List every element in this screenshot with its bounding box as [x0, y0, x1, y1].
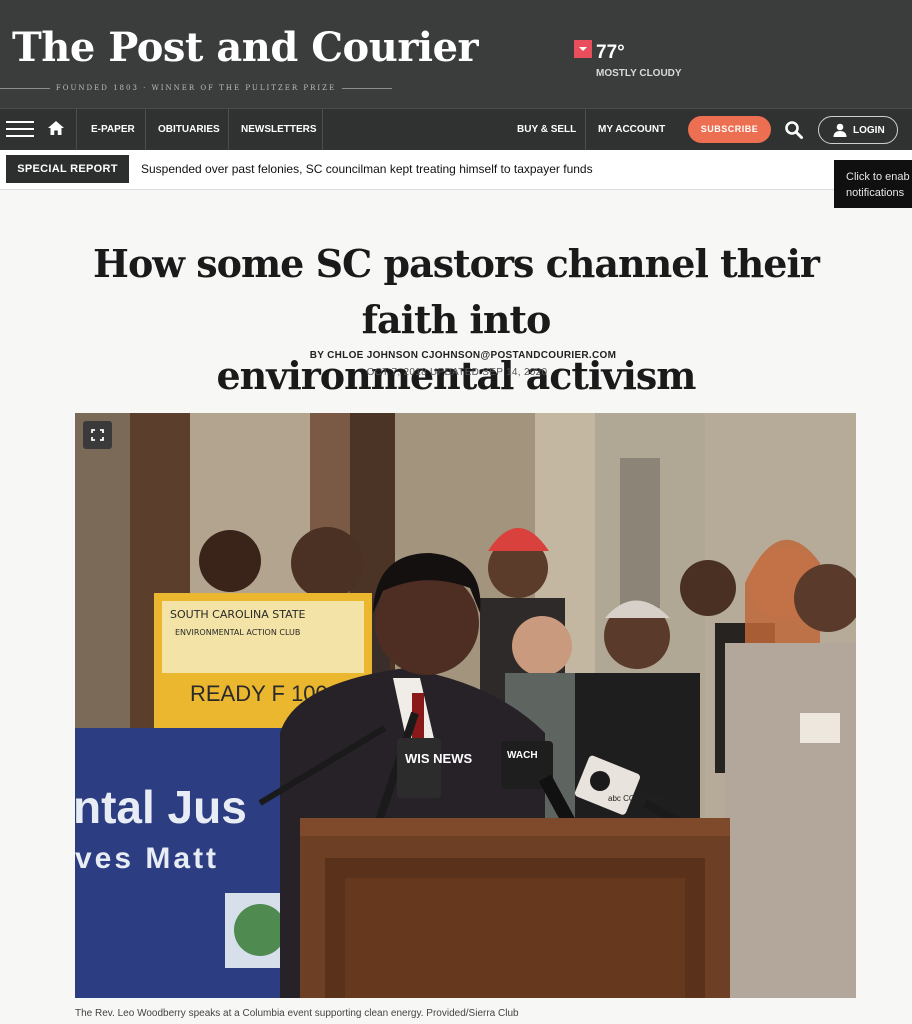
photo-caption: The Rev. Leo Woodberry speaks at a Colum… — [75, 1008, 519, 1019]
sign-handwriting: SOUTH CAROLINA STATE — [170, 608, 306, 621]
nav-divider — [322, 109, 323, 150]
weather-temp: 77° — [596, 42, 625, 63]
login-button[interactable]: LOGIN — [818, 116, 898, 144]
mic-label-1: WIS NEWS — [405, 751, 472, 766]
mic-label-2: WACH — [507, 750, 538, 761]
notification-tooltip[interactable]: Click to enab notifications — [834, 160, 912, 208]
user-icon — [833, 123, 847, 137]
site-logo[interactable]: The Post and Courier — [12, 28, 479, 68]
tagline-rule-left — [0, 87, 50, 89]
special-report-badge[interactable]: SPECIAL REPORT — [6, 155, 129, 183]
special-report-bar: SPECIAL REPORT Suspended over past felon… — [0, 150, 912, 190]
article-byline[interactable]: BY CHLOE JOHNSON CJOHNSON@POSTANDCOURIER… — [0, 350, 912, 361]
nav-divider — [76, 109, 77, 150]
logo-tagline: FOUNDED 1803 · WINNER OF THE PULITZER PR… — [0, 84, 393, 92]
tagline-rule-right — [342, 87, 393, 89]
main-nav: E-PAPER OBITUARIES NEWSLETTERS BUY & SEL… — [0, 108, 912, 150]
search-icon[interactable] — [784, 120, 804, 140]
nav-link-obituaries[interactable]: OBITUARIES — [158, 109, 220, 150]
headline-line-1: How some SC pastors channel their faith … — [93, 241, 820, 342]
nav-divider — [228, 109, 229, 150]
expand-icon — [91, 429, 104, 441]
special-report-link[interactable]: Suspended over past felonies, SC council… — [141, 162, 593, 176]
nav-link-buy-sell[interactable]: BUY & SELL — [517, 109, 576, 150]
weather-condition: MOSTLY CLOUDY — [596, 68, 682, 79]
subscribe-button[interactable]: SUBSCRIBE — [688, 116, 771, 143]
article-dateline: OCT 7, 2018 UPDATED SEP 14, 2020 — [366, 367, 548, 378]
article-headline: How some SC pastors channel their faith … — [40, 236, 872, 404]
nav-link-e-paper[interactable]: E-PAPER — [91, 109, 135, 150]
tagline-text: FOUNDED 1803 · WINNER OF THE PULITZER PR… — [55, 84, 337, 92]
weather-dropdown-icon[interactable] — [574, 40, 592, 58]
nav-divider — [145, 109, 146, 150]
tooltip-line-1: Click to enab — [846, 171, 910, 183]
svg-text:ENVIRONMENTAL ACTION CLUB: ENVIRONMENTAL ACTION CLUB — [175, 628, 300, 637]
nav-link-my-account[interactable]: MY ACCOUNT — [598, 109, 665, 150]
menu-icon[interactable] — [6, 121, 34, 137]
photo-scene: SOUTH CAROLINA STATE ENVIRONMENTAL ACTIO… — [75, 413, 856, 998]
article-photo[interactable]: SOUTH CAROLINA STATE ENVIRONMENTAL ACTIO… — [75, 413, 856, 998]
expand-photo-button[interactable] — [83, 421, 112, 449]
tooltip-line-2: notifications — [846, 187, 905, 199]
banner-text-1: ntal Jus — [75, 781, 247, 833]
banner-text-2: ves Matt — [75, 842, 219, 875]
login-label: LOGIN — [853, 125, 885, 136]
home-icon[interactable] — [48, 121, 64, 135]
nav-divider — [585, 109, 586, 150]
mic-label-3: abc COLUMBIA — [608, 794, 666, 803]
nav-link-newsletters[interactable]: NEWSLETTERS — [241, 109, 317, 150]
masthead: The Post and Courier FOUNDED 1803 · WINN… — [0, 0, 912, 108]
